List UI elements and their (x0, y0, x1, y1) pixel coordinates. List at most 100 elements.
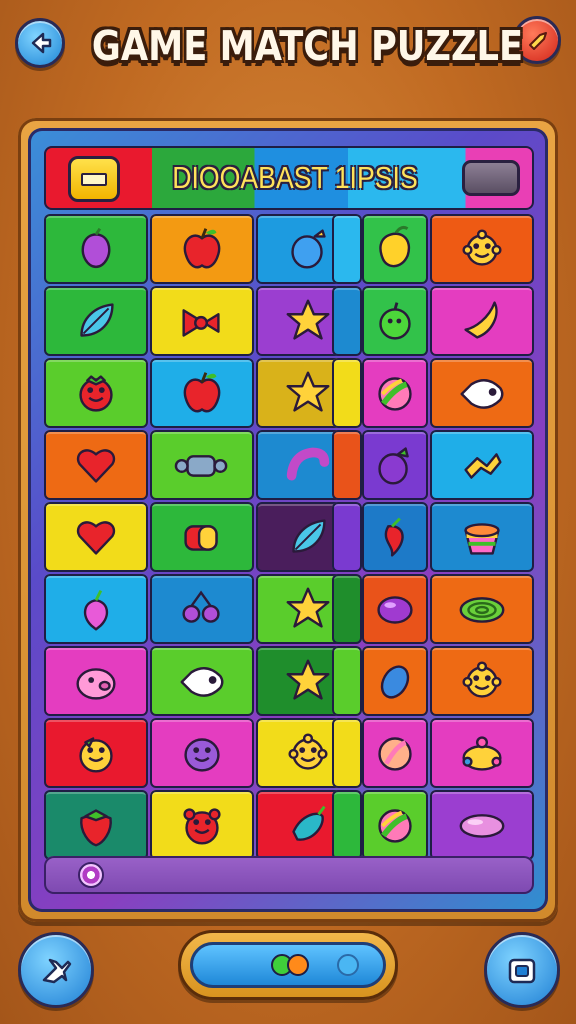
green-fruit-icon (367, 293, 423, 349)
game-tile[interactable] (44, 358, 148, 428)
game-tile[interactable] (150, 502, 254, 572)
game-tile[interactable] (44, 502, 148, 572)
apple-icon (174, 365, 230, 421)
game-tile[interactable] (430, 790, 534, 860)
tomato-face-icon (68, 365, 124, 421)
game-tile[interactable] (44, 574, 148, 644)
side-strip-cell (332, 790, 362, 860)
game-tile[interactable] (362, 214, 428, 284)
camera-button[interactable] (484, 932, 560, 1008)
game-tile[interactable] (150, 358, 254, 428)
game-tile[interactable] (430, 430, 534, 500)
minus-button[interactable] (68, 156, 120, 202)
game-tile[interactable] (430, 646, 534, 716)
worm-icon (280, 437, 336, 493)
swirl-icon (454, 581, 510, 637)
red-face-icon (174, 797, 230, 853)
heart-icon (68, 509, 124, 565)
game-tile[interactable] (430, 502, 534, 572)
cherry-icon (174, 581, 230, 637)
blue-fruit-icon (280, 221, 336, 277)
shuffle-button[interactable] (18, 932, 94, 1008)
star-icon (280, 293, 336, 349)
bottom-strip (44, 856, 534, 894)
game-tile[interactable] (44, 430, 148, 500)
side-strip-cell (332, 214, 362, 284)
game-title: GAME MATCH PUZZLE (91, 22, 524, 70)
game-tile[interactable] (430, 574, 534, 644)
candy-roll-icon (174, 509, 230, 565)
game-tile[interactable] (150, 430, 254, 500)
game-tile[interactable] (150, 214, 254, 284)
pink-pill-icon (454, 797, 510, 853)
game-tile[interactable] (44, 718, 148, 788)
game-tile[interactable] (150, 286, 254, 356)
game-tile[interactable] (44, 790, 148, 860)
game-tile[interactable] (150, 790, 254, 860)
back-button[interactable] (15, 18, 65, 68)
game-tile[interactable] (150, 646, 254, 716)
game-tile[interactable] (430, 718, 534, 788)
blue-dot (337, 954, 359, 976)
bone-icon (454, 437, 510, 493)
game-tile[interactable] (44, 214, 148, 284)
leaf-icon (280, 509, 336, 565)
star-icon (280, 581, 336, 637)
game-tile[interactable] (150, 718, 254, 788)
game-tile[interactable] (362, 430, 428, 500)
side-strip-cell (332, 718, 362, 788)
smile-fruit-icon (68, 725, 124, 781)
radish-icon (68, 581, 124, 637)
bow-candy-icon (174, 293, 230, 349)
game-tile[interactable] (362, 358, 428, 428)
sun-face-icon (454, 653, 510, 709)
game-tile[interactable] (362, 286, 428, 356)
game-tile[interactable] (362, 574, 428, 644)
target-icon[interactable] (78, 862, 104, 888)
minus-icon (81, 172, 107, 186)
teal-fruit-icon (280, 797, 336, 853)
side-strip-cell (332, 286, 362, 356)
side-strip-cell (332, 358, 362, 428)
star-icon (280, 365, 336, 421)
orange-dot (287, 954, 309, 976)
game-tile[interactable] (430, 214, 534, 284)
apple-icon (174, 221, 230, 277)
game-tile[interactable] (44, 286, 148, 356)
game-tile[interactable] (362, 718, 428, 788)
fish-icon (454, 365, 510, 421)
blue-egg-icon (367, 653, 423, 709)
game-tile[interactable] (430, 358, 534, 428)
leaf-icon (68, 293, 124, 349)
purple-bean-icon (367, 581, 423, 637)
pig-icon (68, 653, 124, 709)
arrow-left-icon (31, 32, 52, 54)
purple-blob-icon (174, 725, 230, 781)
header-right-button[interactable] (462, 160, 520, 196)
game-tile[interactable] (362, 646, 428, 716)
wrapped-candy-icon (174, 437, 230, 493)
mango-icon (367, 221, 423, 277)
rainbow-cup-icon (454, 509, 510, 565)
plane-icon (42, 958, 72, 984)
close-icon (529, 32, 547, 50)
star-icon (280, 653, 336, 709)
side-strip-cell (332, 502, 362, 572)
banana-icon (454, 293, 510, 349)
game-tile[interactable] (430, 286, 534, 356)
progress-track (190, 942, 386, 988)
yellow-crown-icon (454, 725, 510, 781)
sun-face-icon (280, 725, 336, 781)
game-tile[interactable] (362, 790, 428, 860)
plum-icon (68, 221, 124, 277)
header-title: DIOOABAST 1IPSIS (172, 160, 418, 195)
side-strip-cell (332, 646, 362, 716)
game-tile[interactable] (150, 574, 254, 644)
game-tile[interactable] (44, 646, 148, 716)
side-strip-cell (332, 430, 362, 500)
striped-ball-icon (367, 797, 423, 853)
game-tile[interactable] (362, 502, 428, 572)
peach-ball-icon (367, 725, 423, 781)
camera-icon (508, 958, 536, 984)
heart-icon (68, 437, 124, 493)
